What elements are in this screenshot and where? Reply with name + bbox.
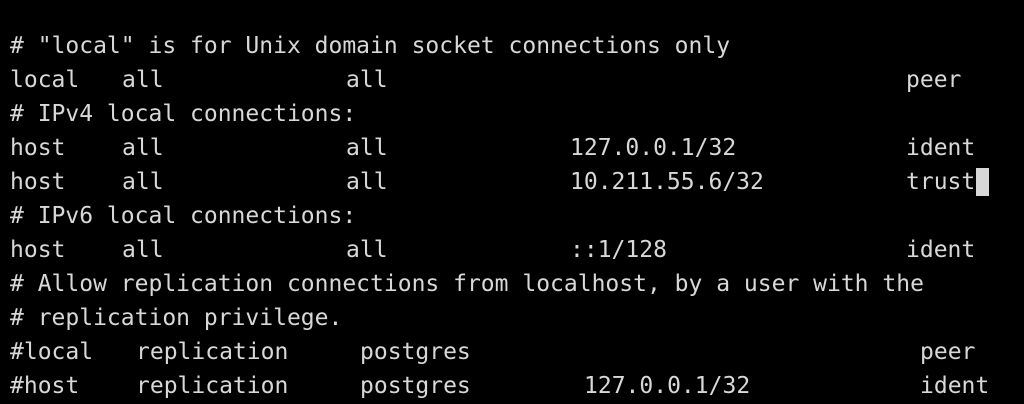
address-cell: 127.0.0.1/32 [584, 373, 751, 399]
database-cell: all [122, 169, 164, 195]
type-cell: #local [10, 339, 94, 365]
comment-line: # IPv4 local connections: [0, 97, 1024, 131]
text-cursor [976, 168, 989, 196]
database-cell: all [122, 67, 164, 93]
type-cell: #host [10, 373, 80, 399]
user-cell: postgres [360, 373, 471, 399]
config-line: #local replication postgres peer [0, 335, 1024, 369]
type-cell: host [10, 135, 66, 161]
type-cell: local [10, 67, 80, 93]
method-cell: peer [920, 339, 976, 365]
method-cell: trust [906, 169, 976, 195]
config-line: #host replication postgres 127.0.0.1/32 … [0, 369, 1024, 403]
comment-text: # "local" is for Unix domain socket conn… [10, 33, 731, 59]
type-cell: host [10, 237, 66, 263]
database-cell: replication [136, 339, 289, 365]
user-cell: all [346, 135, 388, 161]
address-cell: 10.211.55.6/32 [570, 169, 764, 195]
comment-text: # IPv4 local connections: [10, 101, 357, 127]
database-cell: all [122, 237, 164, 263]
address-cell: ::1/128 [570, 237, 667, 263]
address-cell: 127.0.0.1/32 [570, 135, 737, 161]
type-cell: host [10, 169, 66, 195]
user-cell: all [346, 237, 388, 263]
comment-line: # Allow replication connections from loc… [0, 267, 1024, 301]
comment-line: # "local" is for Unix domain socket conn… [0, 29, 1024, 63]
method-cell: peer [906, 67, 962, 93]
comment-line: # replication privilege. [0, 301, 1024, 335]
comment-text: # replication privilege. [10, 305, 343, 331]
config-line: host all all 10.211.55.6/32 trust [0, 165, 1024, 199]
user-cell: postgres [360, 339, 471, 365]
comment-text: # IPv6 local connections: [10, 203, 357, 229]
method-cell: ident [906, 135, 976, 161]
config-line: local all all peer [0, 63, 1024, 97]
comment-text: # Allow replication connections from loc… [10, 271, 924, 297]
user-cell: all [346, 67, 388, 93]
method-cell: ident [906, 237, 976, 263]
terminal-window[interactable]: # "local" is for Unix domain socket conn… [0, 0, 1024, 404]
database-cell: all [122, 135, 164, 161]
comment-line: # IPv6 local connections: [0, 199, 1024, 233]
config-line: host all all ::1/128 ident [0, 233, 1024, 267]
method-cell: ident [920, 373, 990, 399]
config-line: host all all 127.0.0.1/32 ident [0, 131, 1024, 165]
user-cell: all [346, 169, 388, 195]
database-cell: replication [136, 373, 289, 399]
